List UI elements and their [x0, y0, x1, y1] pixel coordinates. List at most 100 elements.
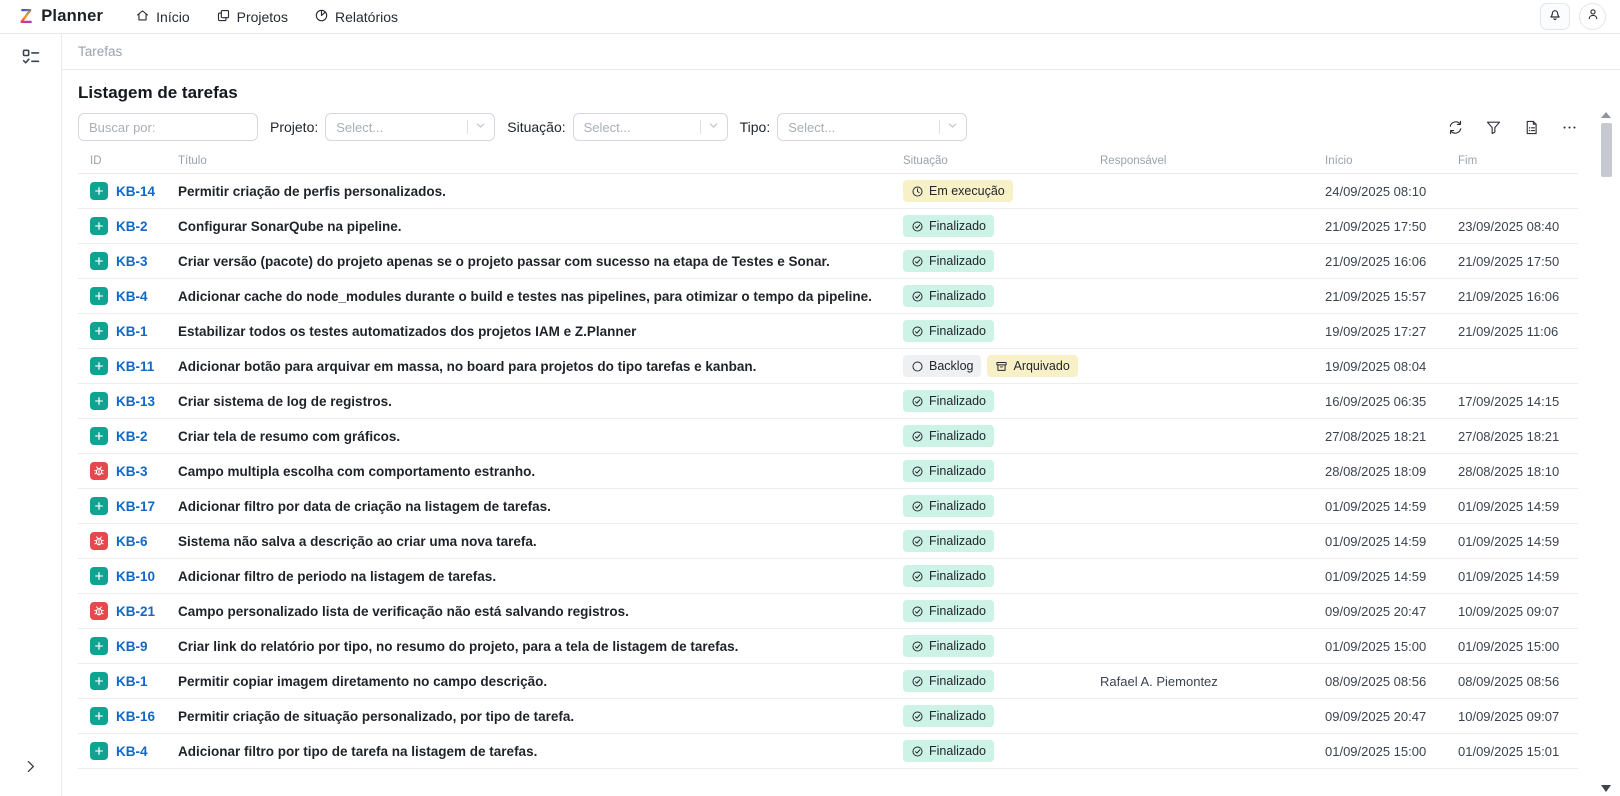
table-row[interactable]: KB-10 Adicionar filtro de periodo na lis… [78, 559, 1578, 594]
user-menu-button[interactable] [1579, 3, 1606, 30]
table-row[interactable]: KB-1 Permitir copiar imagem diretamento … [78, 664, 1578, 699]
task-id-link[interactable]: KB-16 [116, 709, 155, 724]
refresh-icon[interactable] [1447, 119, 1464, 136]
table-row[interactable]: KB-21 Campo personalizado lista de verif… [78, 594, 1578, 629]
responsavel-cell: Rafael A. Piemontez [1100, 674, 1325, 689]
table-header: ID Título Situação Responsável Início Fi… [78, 149, 1578, 174]
column-header-inicio[interactable]: Início [1325, 155, 1458, 167]
fim-cell: 23/09/2025 08:40 [1458, 219, 1578, 234]
table-row[interactable]: KB-2 Criar tela de resumo com gráficos. … [78, 419, 1578, 454]
filter-projeto: Projeto: Select... [270, 113, 495, 141]
nav-item-relatorios[interactable]: Relatórios [314, 8, 398, 26]
task-type-icon [90, 707, 108, 725]
tipo-select[interactable]: Select... [777, 113, 967, 141]
task-id-link[interactable]: KB-14 [116, 184, 155, 199]
task-id-link[interactable]: KB-4 [116, 744, 148, 759]
app-brand[interactable]: Z Planner [20, 7, 103, 27]
column-header-id[interactable]: ID [78, 155, 178, 167]
column-header-titulo[interactable]: Título [178, 155, 903, 167]
status-badge-done: Finalizado [903, 250, 994, 272]
scroll-down-arrow[interactable] [1601, 785, 1611, 792]
table-row[interactable]: KB-13 Criar sistema de log de registros.… [78, 384, 1578, 419]
task-id-link[interactable]: KB-4 [116, 289, 148, 304]
chevron-down-icon [708, 118, 719, 136]
status-cell: Finalizado [903, 285, 1100, 307]
task-id-link[interactable]: KB-17 [116, 499, 155, 514]
task-id-link[interactable]: KB-3 [116, 464, 148, 479]
chevron-right-icon[interactable] [22, 758, 39, 780]
projects-icon [216, 8, 231, 26]
task-id-link[interactable]: KB-1 [116, 674, 148, 689]
filter-icon[interactable] [1485, 119, 1502, 136]
status-cell: Finalizado [903, 320, 1100, 342]
table-row[interactable]: KB-4 Adicionar filtro por tipo de tarefa… [78, 734, 1578, 769]
table-row[interactable]: KB-1 Estabilizar todos os testes automat… [78, 314, 1578, 349]
task-title: Sistema não salva a descrição ao criar u… [178, 534, 903, 549]
projeto-select[interactable]: Select... [325, 113, 495, 141]
filter-situacao: Situação: Select... [507, 113, 727, 141]
task-title: Adicionar filtro de periodo na listagem … [178, 569, 903, 584]
inicio-cell: 16/09/2025 06:35 [1325, 394, 1458, 409]
column-header-fim[interactable]: Fim [1458, 155, 1578, 167]
task-type-icon [90, 287, 108, 305]
task-id-link[interactable]: KB-21 [116, 604, 155, 619]
status-label: Finalizado [929, 219, 986, 233]
report-icon[interactable] [1523, 119, 1540, 136]
breadcrumb: Tarefas [62, 34, 1620, 70]
table-toolbar [1447, 119, 1578, 136]
status-badge-done: Finalizado [903, 390, 994, 412]
table-row[interactable]: KB-16 Permitir criação de situação perso… [78, 699, 1578, 734]
table-row[interactable]: KB-14 Permitir criação de perfis persona… [78, 174, 1578, 209]
search-input[interactable] [78, 113, 258, 141]
table-row[interactable]: KB-3 Criar versão (pacote) do projeto ap… [78, 244, 1578, 279]
notifications-button[interactable] [1540, 3, 1570, 30]
check-circle-icon [911, 255, 924, 268]
table-row[interactable]: KB-11 Adicionar botão para arquivar em m… [78, 349, 1578, 384]
task-id-link[interactable]: KB-10 [116, 569, 155, 584]
inicio-cell: 01/09/2025 14:59 [1325, 534, 1458, 549]
status-cell: Finalizado [903, 565, 1100, 587]
bug-type-icon [90, 532, 108, 550]
topbar-right [1540, 3, 1606, 30]
breadcrumb-item-tarefas[interactable]: Tarefas [78, 44, 122, 59]
task-title: Adicionar cache do node_modules durante … [178, 289, 903, 304]
status-badge-done: Finalizado [903, 740, 994, 762]
task-id-link[interactable]: KB-1 [116, 324, 148, 339]
task-id-link[interactable]: KB-13 [116, 394, 155, 409]
task-id-link[interactable]: KB-2 [116, 219, 148, 234]
task-id-link[interactable]: KB-9 [116, 639, 148, 654]
scrollbar-thumb[interactable] [1601, 123, 1612, 177]
task-id-link[interactable]: KB-11 [116, 359, 154, 374]
status-cell: Finalizado [903, 390, 1100, 412]
status-cell: Finalizado [903, 495, 1100, 517]
table-row[interactable]: KB-17 Adicionar filtro por data de criaç… [78, 489, 1578, 524]
table-row[interactable]: KB-2 Configurar SonarQube na pipeline. F… [78, 209, 1578, 244]
filter-label: Tipo: [740, 119, 771, 135]
nav-item-inicio[interactable]: Início [135, 8, 189, 26]
task-type-icon [90, 217, 108, 235]
inicio-cell: 01/09/2025 14:59 [1325, 569, 1458, 584]
status-badge-done: Finalizado [903, 285, 994, 307]
fim-cell: 28/08/2025 18:10 [1458, 464, 1578, 479]
table-row[interactable]: KB-3 Campo multipla escolha com comporta… [78, 454, 1578, 489]
column-header-situacao[interactable]: Situação [903, 155, 1100, 167]
task-id-link[interactable]: KB-3 [116, 254, 148, 269]
tasks-list-icon[interactable] [21, 47, 41, 72]
column-header-responsavel[interactable]: Responsável [1100, 155, 1325, 167]
status-badge-done: Finalizado [903, 215, 994, 237]
status-cell: Finalizado [903, 670, 1100, 692]
nav-item-projetos[interactable]: Projetos [216, 8, 288, 26]
table-row[interactable]: KB-4 Adicionar cache do node_modules dur… [78, 279, 1578, 314]
scroll-up-arrow[interactable] [1601, 112, 1611, 118]
check-circle-icon [911, 430, 924, 443]
task-id-link[interactable]: KB-6 [116, 534, 148, 549]
situacao-select[interactable]: Select... [573, 113, 728, 141]
status-badge-done: Finalizado [903, 495, 994, 517]
table-row[interactable]: KB-9 Criar link do relatório por tipo, n… [78, 629, 1578, 664]
status-cell: Finalizado [903, 740, 1100, 762]
fim-cell: 10/09/2025 09:07 [1458, 604, 1578, 619]
task-id-link[interactable]: KB-2 [116, 429, 148, 444]
table-row[interactable]: KB-6 Sistema não salva a descrição ao cr… [78, 524, 1578, 559]
more-icon[interactable] [1561, 119, 1578, 136]
fim-cell: 10/09/2025 09:07 [1458, 709, 1578, 724]
